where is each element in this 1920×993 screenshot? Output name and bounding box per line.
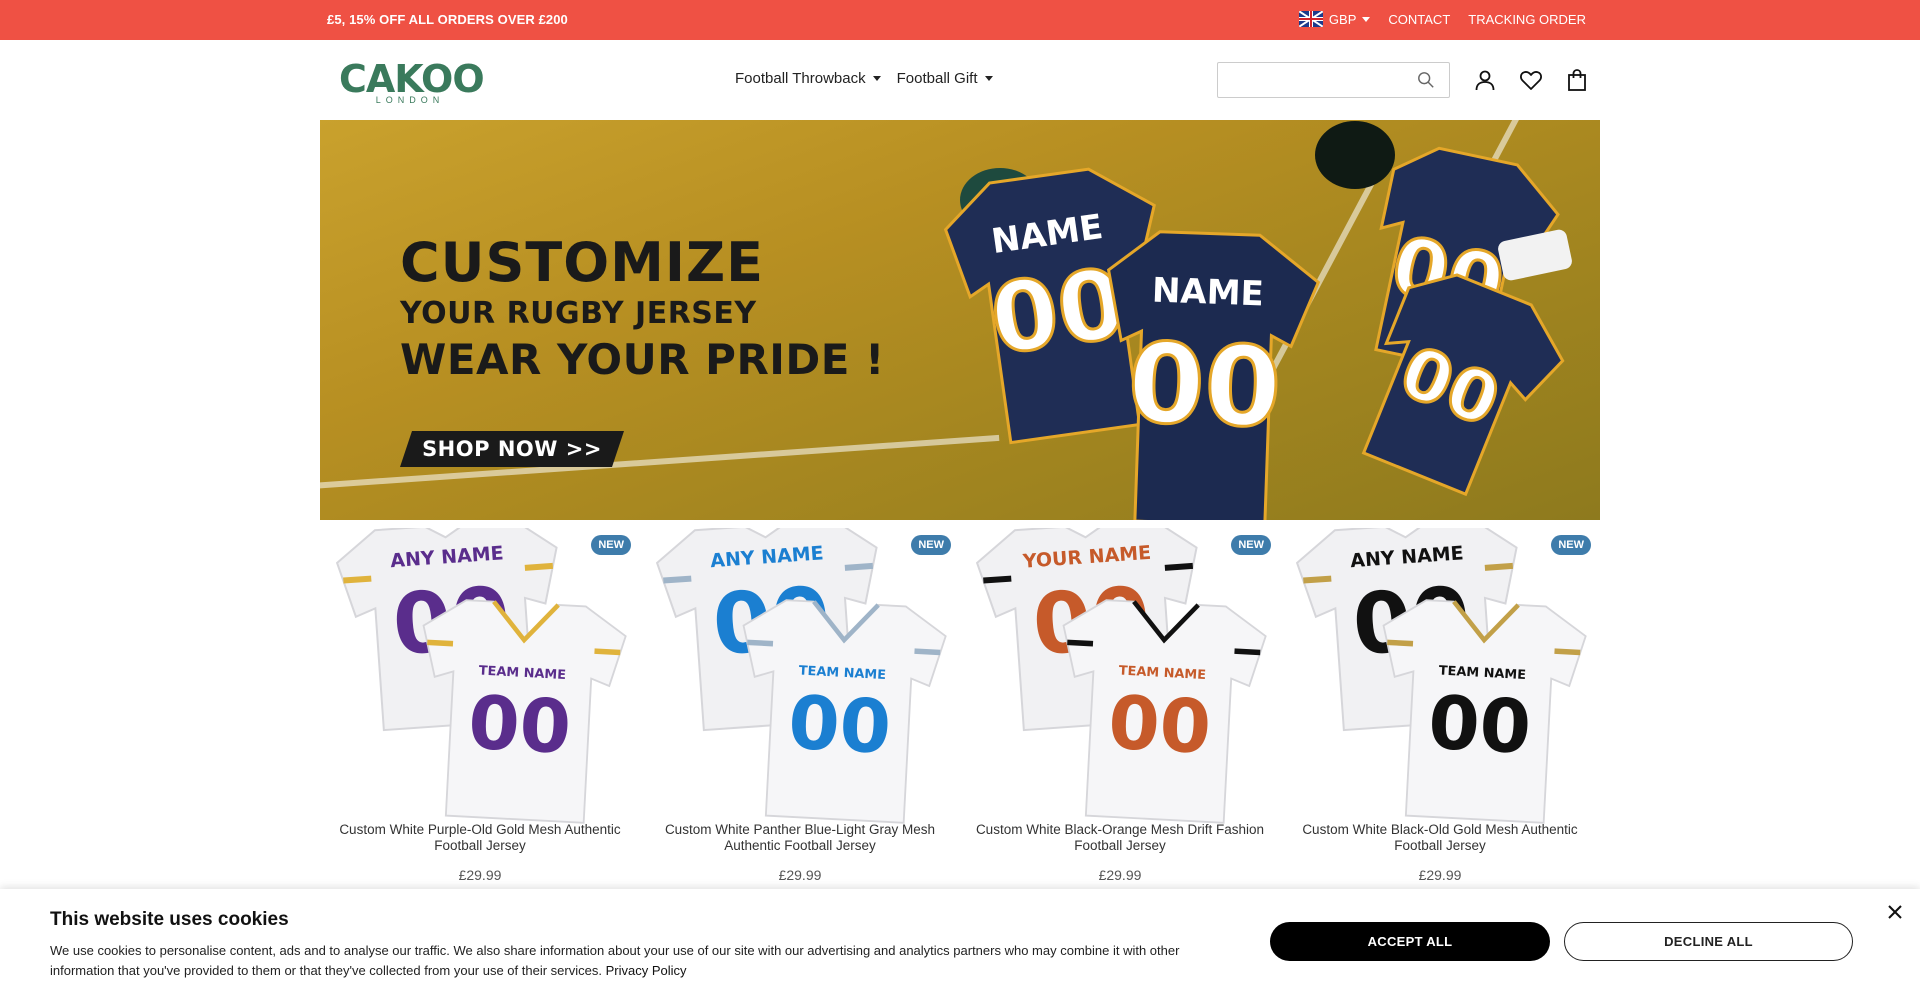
svg-text:00: 00 (984, 247, 1132, 377)
currency-selector[interactable]: GBP (1298, 11, 1371, 27)
product-image: ANY NAME00TEAM NAME00 (335, 528, 627, 824)
new-badge: NEW (1551, 535, 1591, 555)
product-card[interactable]: ANY NAME00TEAM NAME00 NEW Custom White P… (640, 520, 960, 883)
product-price: £29.99 (1418, 867, 1462, 883)
product-image: ANY NAME00TEAM NAME00 (655, 528, 947, 824)
product-price: £29.99 (1098, 867, 1142, 883)
chevron-down-icon (984, 76, 993, 81)
search-input[interactable] (1218, 63, 1408, 97)
accept-all-button[interactable]: ACCEPT ALL (1270, 922, 1550, 961)
jersey-number-text: 00 (1106, 681, 1213, 771)
product-card[interactable]: ANY NAME00TEAM NAME00 NEW Custom White P… (320, 520, 640, 883)
tracking-order-link[interactable]: TRACKING ORDER (1468, 12, 1586, 27)
decline-all-button[interactable]: DECLINE ALL (1564, 922, 1853, 961)
nav-label: Football Gift (896, 70, 978, 87)
main-nav: Football Throwback Football Gift (735, 70, 993, 87)
site-header: CAKOO LONDON Football Throwback Football… (0, 40, 1920, 120)
search-icon[interactable] (1417, 71, 1435, 89)
contact-link[interactable]: CONTACT (1388, 12, 1450, 27)
cookie-title: This website uses cookies (50, 909, 289, 930)
product-grid: ANY NAME00TEAM NAME00 NEW Custom White P… (320, 520, 1600, 883)
jersey-number-text: 00 (466, 681, 573, 771)
cookie-text: We use cookies to personalise content, a… (50, 941, 1230, 981)
banner-line-2: YOUR RUGBY JERSEY (400, 296, 757, 331)
logo-word: CAKOO (339, 57, 485, 101)
svg-text:NAME: NAME (1151, 271, 1264, 315)
product-name[interactable]: Custom White Purple-Old Gold Mesh Authen… (328, 822, 632, 854)
promo-bar: £5, 15% OFF ALL ORDERS OVER £200 GBP CON… (0, 0, 1920, 40)
product-image: YOUR NAME00TEAM NAME00 (975, 528, 1267, 824)
new-badge: NEW (911, 535, 951, 555)
uk-flag-icon (1298, 11, 1323, 27)
banner-line-1: CUSTOMIZE (400, 231, 764, 294)
chevron-down-icon (872, 76, 881, 81)
close-icon[interactable] (1884, 901, 1906, 923)
nav-item-football-gift[interactable]: Football Gift (897, 70, 993, 87)
product-price: £29.99 (778, 867, 822, 883)
nav-label: Football Throwback (735, 70, 866, 87)
nav-item-football-throwback[interactable]: Football Throwback (735, 70, 881, 87)
currency-label: GBP (1328, 11, 1357, 27)
new-badge: NEW (591, 535, 631, 555)
hero-banner[interactable]: 00 00 NAME 00 NAME 00 CUSTOMIZE YOUR RUG… (320, 120, 1600, 520)
jersey-number-text: 00 (786, 681, 893, 771)
promo-links: GBP CONTACT TRACKING ORDER (1298, 11, 1586, 27)
product-card[interactable]: ANY NAME00TEAM NAME00 NEW Custom White B… (1280, 520, 1600, 883)
svg-text:00: 00 (1126, 319, 1283, 452)
product-name[interactable]: Custom White Black-Old Gold Mesh Authent… (1288, 822, 1592, 854)
product-price: £29.99 (458, 867, 502, 883)
banner-headline: CUSTOMIZE YOUR RUGBY JERSEY WEAR YOUR PR… (400, 232, 885, 386)
promo-text: £5, 15% OFF ALL ORDERS OVER £200 (327, 12, 568, 27)
product-card[interactable]: YOUR NAME00TEAM NAME00 NEW Custom White … (960, 520, 1280, 883)
banner-line-3: WEAR YOUR PRIDE ! (400, 335, 885, 384)
wishlist-heart-icon[interactable] (1519, 68, 1543, 92)
privacy-policy-link[interactable]: Privacy Policy (606, 963, 687, 978)
jersey-number-text: 00 (1426, 681, 1533, 771)
banner-jerseys-image: 00 00 NAME 00 NAME 00 (943, 121, 1572, 520)
account-icon[interactable] (1473, 68, 1497, 92)
cookie-banner: This website uses cookies We use cookies… (0, 889, 1920, 993)
logo[interactable]: CAKOO LONDON (339, 57, 485, 105)
product-name[interactable]: Custom White Black-Orange Mesh Drift Fas… (968, 822, 1272, 854)
product-name[interactable]: Custom White Panther Blue-Light Gray Mes… (648, 822, 952, 854)
new-badge: NEW (1231, 535, 1271, 555)
search-box (1217, 62, 1450, 98)
shopping-bag-icon[interactable] (1565, 68, 1589, 92)
product-image: ANY NAME00TEAM NAME00 (1295, 528, 1587, 824)
shop-now-button[interactable]: SHOP NOW >> (400, 431, 624, 467)
chevron-down-icon (1362, 16, 1371, 22)
